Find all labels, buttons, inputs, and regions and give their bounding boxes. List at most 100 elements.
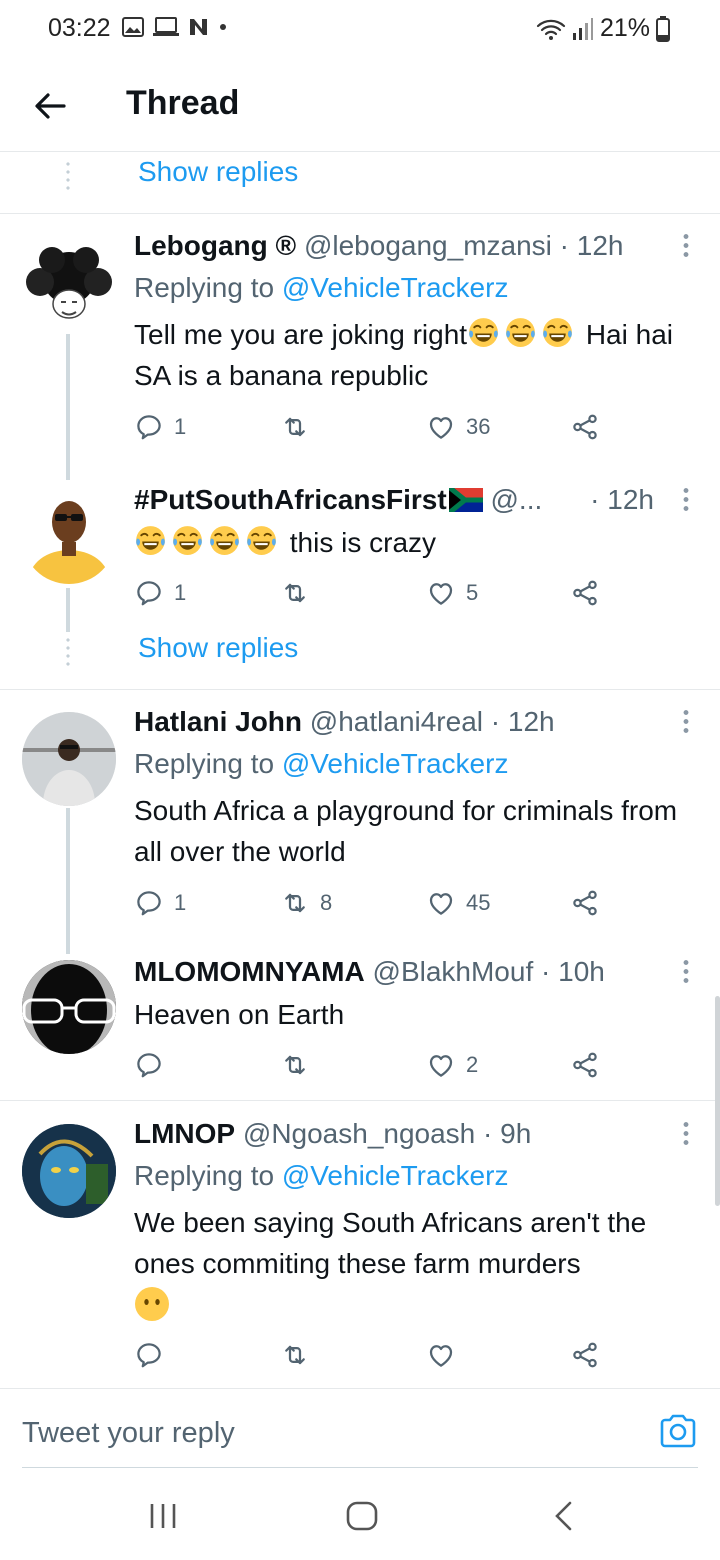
- south-africa-flag-icon: [447, 485, 483, 515]
- tweet-lmnop[interactable]: LMNOP @Ngoash_ngoash · 9h Replying to @V…: [0, 1118, 720, 1380]
- show-replies-top[interactable]: Show replies: [0, 152, 720, 212]
- avatar[interactable]: [22, 712, 116, 806]
- show-replies-label[interactable]: Show replies: [138, 156, 298, 188]
- user-handle[interactable]: @lebogang_mzansi: [304, 230, 552, 261]
- reply-icon: [134, 578, 164, 608]
- avatar-image: [22, 712, 116, 806]
- like-icon: [426, 888, 456, 918]
- retweet-button[interactable]: [280, 1050, 320, 1080]
- home-button[interactable]: [344, 1498, 380, 1534]
- more-icon[interactable]: [682, 1120, 690, 1148]
- share-icon: [570, 1050, 600, 1080]
- share-button[interactable]: [570, 412, 600, 442]
- replying-handle[interactable]: @VehicleTrackerz: [282, 748, 509, 779]
- joy-emoji-icon: [245, 524, 278, 557]
- tweet-text: We been saying South Africans aren't the…: [134, 1202, 690, 1284]
- more-icon[interactable]: [682, 232, 690, 260]
- battery-icon: [656, 15, 670, 42]
- tweet-putsouthafricansfirst[interactable]: #PutSouthAfricansFirst @... · 12h this i…: [0, 484, 720, 632]
- system-back-button[interactable]: [546, 1498, 582, 1534]
- reply-icon: [134, 1050, 164, 1080]
- avatar[interactable]: [22, 960, 116, 1054]
- avatar-image: [22, 1124, 116, 1218]
- like-button[interactable]: [426, 1340, 466, 1370]
- avatar[interactable]: [22, 1124, 116, 1218]
- reply-button[interactable]: 1: [134, 578, 186, 608]
- avatar[interactable]: [22, 490, 116, 584]
- avatar[interactable]: [22, 238, 116, 332]
- like-icon: [426, 1340, 456, 1370]
- share-button[interactable]: [570, 1340, 600, 1370]
- share-button[interactable]: [570, 888, 600, 918]
- share-button[interactable]: [570, 578, 600, 608]
- like-count: 36: [466, 414, 491, 439]
- thread-header: Thread: [0, 60, 720, 152]
- retweet-button[interactable]: [280, 1340, 320, 1370]
- back-arrow-icon: [35, 93, 66, 119]
- camera-button[interactable]: [658, 1411, 698, 1451]
- back-button[interactable]: [26, 82, 74, 130]
- reply-button[interactable]: 1: [134, 412, 186, 442]
- reply-input[interactable]: Tweet your reply: [22, 1417, 235, 1450]
- tweet-header: Lebogang ® @lebogang_mzansi · 12h: [134, 230, 700, 270]
- tweet-mlomomnyama[interactable]: MLOMOMNYAMA @BlakhMouf · 10h Heaven on E…: [0, 956, 720, 1096]
- like-button[interactable]: 36: [426, 412, 490, 442]
- user-name[interactable]: Hatlani John: [134, 706, 302, 737]
- avatar-image: [26, 247, 112, 319]
- thread-line: [66, 588, 70, 632]
- user-name[interactable]: #PutSouthAfricansFirst: [134, 484, 447, 515]
- replying-handle[interactable]: @VehicleTrackerz: [282, 1160, 509, 1191]
- retweet-button[interactable]: [280, 578, 320, 608]
- tweet-text-part: We been saying South Africans aren't the…: [134, 1207, 647, 1279]
- tweet-actions: 1 36: [134, 412, 614, 452]
- recent-apps-button[interactable]: [146, 1498, 182, 1534]
- reply-icon: [134, 412, 164, 442]
- scrollbar[interactable]: [715, 996, 720, 1206]
- share-button[interactable]: [570, 1050, 600, 1080]
- thread-line: [66, 808, 70, 954]
- joy-emoji-icon: [467, 316, 500, 349]
- share-icon: [570, 1340, 600, 1370]
- share-icon: [570, 578, 600, 608]
- recent-apps-icon: [150, 1504, 176, 1528]
- tweet-lebogang[interactable]: Lebogang ® @lebogang_mzansi · 12h Replyi…: [0, 230, 720, 480]
- replying-to: Replying to @VehicleTrackerz: [134, 1160, 508, 1192]
- reply-button[interactable]: 1: [134, 888, 186, 918]
- avatar-image: [29, 501, 109, 584]
- like-button[interactable]: 2: [426, 1050, 478, 1080]
- like-button[interactable]: 5: [426, 578, 478, 608]
- more-icon[interactable]: [682, 958, 690, 986]
- replying-handle[interactable]: @VehicleTrackerz: [282, 272, 509, 303]
- more-icon[interactable]: [682, 486, 690, 514]
- like-button[interactable]: 45: [426, 888, 490, 918]
- reply-button[interactable]: [134, 1050, 174, 1080]
- user-name[interactable]: LMNOP: [134, 1118, 235, 1149]
- news-app-icon: [190, 19, 207, 35]
- retweet-icon: [280, 412, 310, 442]
- retweet-button[interactable]: 8: [280, 888, 332, 918]
- share-icon: [570, 888, 600, 918]
- tweet-header: MLOMOMNYAMA @BlakhMouf · 10h: [134, 956, 700, 996]
- tweet-hatlani-john[interactable]: Hatlani John @hatlani4real · 12h Replyin…: [0, 706, 720, 954]
- wifi-icon: [536, 19, 566, 40]
- retweet-icon: [280, 1340, 310, 1370]
- tweet-actions: 2: [134, 1050, 614, 1090]
- user-handle[interactable]: @BlakhMouf: [373, 956, 534, 987]
- home-icon: [346, 1501, 378, 1531]
- reply-count: 1: [174, 890, 187, 915]
- joy-emoji-icon: [541, 316, 574, 349]
- retweet-icon: [280, 578, 310, 608]
- user-name[interactable]: MLOMOMNYAMA: [134, 956, 365, 987]
- more-icon[interactable]: [682, 708, 690, 736]
- like-count: 45: [466, 890, 491, 915]
- show-replies-label[interactable]: Show replies: [138, 632, 298, 664]
- reply-count: 1: [174, 414, 187, 439]
- reply-button[interactable]: [134, 1340, 174, 1370]
- joy-emoji-icon: [171, 524, 204, 557]
- user-handle[interactable]: @Ngoash_ngoash: [243, 1118, 475, 1149]
- user-name[interactable]: Lebogang ®: [134, 230, 296, 261]
- show-replies-middle[interactable]: Show replies: [0, 628, 720, 688]
- user-handle[interactable]: @...: [490, 484, 542, 515]
- retweet-button[interactable]: [280, 412, 320, 442]
- user-handle[interactable]: @hatlani4real: [310, 706, 483, 737]
